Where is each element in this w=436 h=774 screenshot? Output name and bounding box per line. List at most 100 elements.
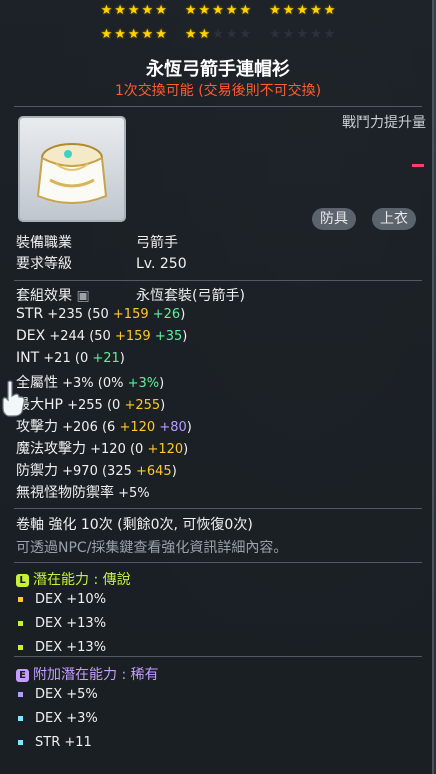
stat-name: INT <box>16 350 40 366</box>
star-filled-icon: ★ <box>282 3 295 18</box>
star-filled-icon: ★ <box>155 27 167 42</box>
set-effect-label: 套組效果 ▣ <box>16 288 90 304</box>
star-filled-icon: ★ <box>225 3 238 18</box>
star-empty-icon: ★ <box>323 27 336 42</box>
stat-row: INT +21 (0 +21) <box>16 350 125 366</box>
stat-bonus: +120 <box>119 420 156 435</box>
star-filled-icon: ★ <box>141 27 154 42</box>
stat-row: 防禦力 +970 (325 +645) <box>16 463 177 479</box>
star-group: ★ ★ ★ ★ ★ <box>185 3 251 19</box>
potential-text: DEX +13% <box>35 616 107 631</box>
star-filled-icon: ★ <box>323 3 336 18</box>
stat-row: 魔法攻擊力 +120 (0 +120) <box>16 441 189 457</box>
star-empty-icon: ★ <box>269 27 281 42</box>
potential-text: DEX +5% <box>35 687 98 702</box>
star-filled-icon: ★ <box>212 3 224 18</box>
divider <box>14 562 422 563</box>
star-filled-icon: ★ <box>296 3 309 18</box>
npc-hint: 可透過NPC/採集鍵查看強化資訊詳細內容。 <box>16 540 288 556</box>
stat-base: (325 <box>97 464 136 479</box>
stat-total: +235 <box>43 307 84 322</box>
star-group: ★ ★ ★ ★ ★ <box>101 3 167 19</box>
star-filled-icon: ★ <box>310 3 322 18</box>
potential-label: 潛在能力 : 傳說 <box>33 572 131 588</box>
star-filled-icon: ★ <box>269 3 281 18</box>
star-empty-icon: ★ <box>296 27 309 42</box>
epic-grade-icon: E <box>16 668 29 682</box>
potential-line: DEX +13% <box>18 616 106 631</box>
stat-name: 攻擊力 <box>16 419 58 435</box>
potential-line: STR +11 <box>18 735 92 750</box>
combat-power-indicator <box>412 164 424 167</box>
star-filled-icon: ★ <box>127 27 140 42</box>
potential-text: DEX +10% <box>35 592 107 607</box>
stat-name: 魔法攻擊力 <box>16 441 86 457</box>
stat-total: +244 <box>45 329 86 344</box>
star-group: ★ ★ ★ ★ ★ <box>185 27 251 43</box>
bullet-icon <box>18 597 23 602</box>
star-filled-icon: ★ <box>114 27 126 42</box>
stat-name: 無視怪物防禦率 <box>16 485 114 501</box>
star-group: ★ ★ ★ ★ ★ <box>269 3 335 19</box>
level-value: Lv. 250 <box>136 256 187 272</box>
stat-bonus: +120 <box>147 442 184 457</box>
stat-name: STR <box>16 306 44 322</box>
stat-row: 全屬性 +3% (0% +3%) <box>16 375 165 391</box>
potential-line: DEX +3% <box>18 711 98 726</box>
star-empty-icon: ★ <box>282 27 295 42</box>
potential-text: DEX +3% <box>35 711 98 726</box>
stat-base: (0 <box>102 398 125 413</box>
star-empty-icon: ★ <box>225 27 238 42</box>
star-filled-icon: ★ <box>198 3 211 18</box>
job-value: 弓箭手 <box>136 235 178 251</box>
star-filled-icon: ★ <box>114 3 126 18</box>
item-icon-frame <box>18 116 126 222</box>
stat-total: +255 <box>62 398 103 413</box>
star-force-row-1: ★ ★ ★ ★ ★ ★ ★ ★ ★ ★ ★ ★ ★ ★ ★ <box>0 3 436 19</box>
divider <box>14 508 422 509</box>
stat-extra: +26 <box>152 307 181 322</box>
star-group: ★ ★ ★ ★ ★ <box>101 27 167 43</box>
potential-line: DEX +13% <box>18 640 106 655</box>
hand-cursor-icon <box>2 380 25 417</box>
star-filled-icon: ★ <box>155 3 167 18</box>
stat-name: DEX <box>16 328 46 344</box>
bullet-icon <box>18 645 23 650</box>
legendary-grade-icon: L <box>16 573 29 587</box>
stat-base: (0 <box>70 351 93 366</box>
item-tooltip: ★ ★ ★ ★ ★ ★ ★ ★ ★ ★ ★ ★ ★ ★ ★ ★ ★ ★ ★ ★ ★ ★ ★ ★ ★ ★ ★ ★ ★ ★ 永恆弓箭手連帽衫… <box>0 0 434 774</box>
star-filled-icon: ★ <box>127 3 140 18</box>
stat-bonus: +255 <box>124 398 161 413</box>
set-effect-row[interactable]: 套組效果 ▣ 永恆套裝(弓箭手) <box>16 285 245 305</box>
job-label: 裝備職業 <box>16 235 72 251</box>
potential-line: DEX +5% <box>18 687 98 702</box>
stat-bonus: +3% <box>127 376 160 391</box>
level-label: 要求等級 <box>16 256 72 272</box>
item-name: 永恆弓箭手連帽衫 <box>146 59 290 80</box>
stat-bonus: +645 <box>136 464 172 479</box>
star-group: ★ ★ ★ ★ ★ <box>269 27 335 43</box>
stat-extra: +80 <box>159 420 187 435</box>
stat-total: +120 <box>86 442 126 457</box>
trade-status: 1次交換可能 (交易後則不可交換) <box>114 83 322 99</box>
stat-bonus: +159 <box>114 329 151 344</box>
potential-text: STR +11 <box>35 735 92 750</box>
stat-row: DEX +244 (50 +159 +35) <box>16 328 188 344</box>
star-filled-icon: ★ <box>239 3 252 18</box>
divider <box>14 106 422 107</box>
additional-potential-label: 附加潛在能力 : 稀有 <box>33 667 159 683</box>
star-filled-icon: ★ <box>100 27 113 42</box>
stat-base: (50 <box>85 329 115 344</box>
stat-row: 攻擊力 +206 (6 +120 +80) <box>16 419 192 435</box>
set-effect-value: 永恆套裝(弓箭手) <box>136 288 245 304</box>
stat-base: (0 <box>125 442 148 457</box>
potential-header: L 潛在能力 : 傳說 <box>16 569 131 589</box>
star-empty-icon: ★ <box>212 27 224 42</box>
stat-total: +206 <box>58 420 98 435</box>
stat-total: +21 <box>39 351 71 366</box>
bullet-icon <box>18 692 23 697</box>
stat-base: (50 <box>83 307 113 322</box>
bullet-icon <box>18 740 23 745</box>
star-filled-icon: ★ <box>100 3 113 18</box>
star-filled-icon: ★ <box>184 3 197 18</box>
